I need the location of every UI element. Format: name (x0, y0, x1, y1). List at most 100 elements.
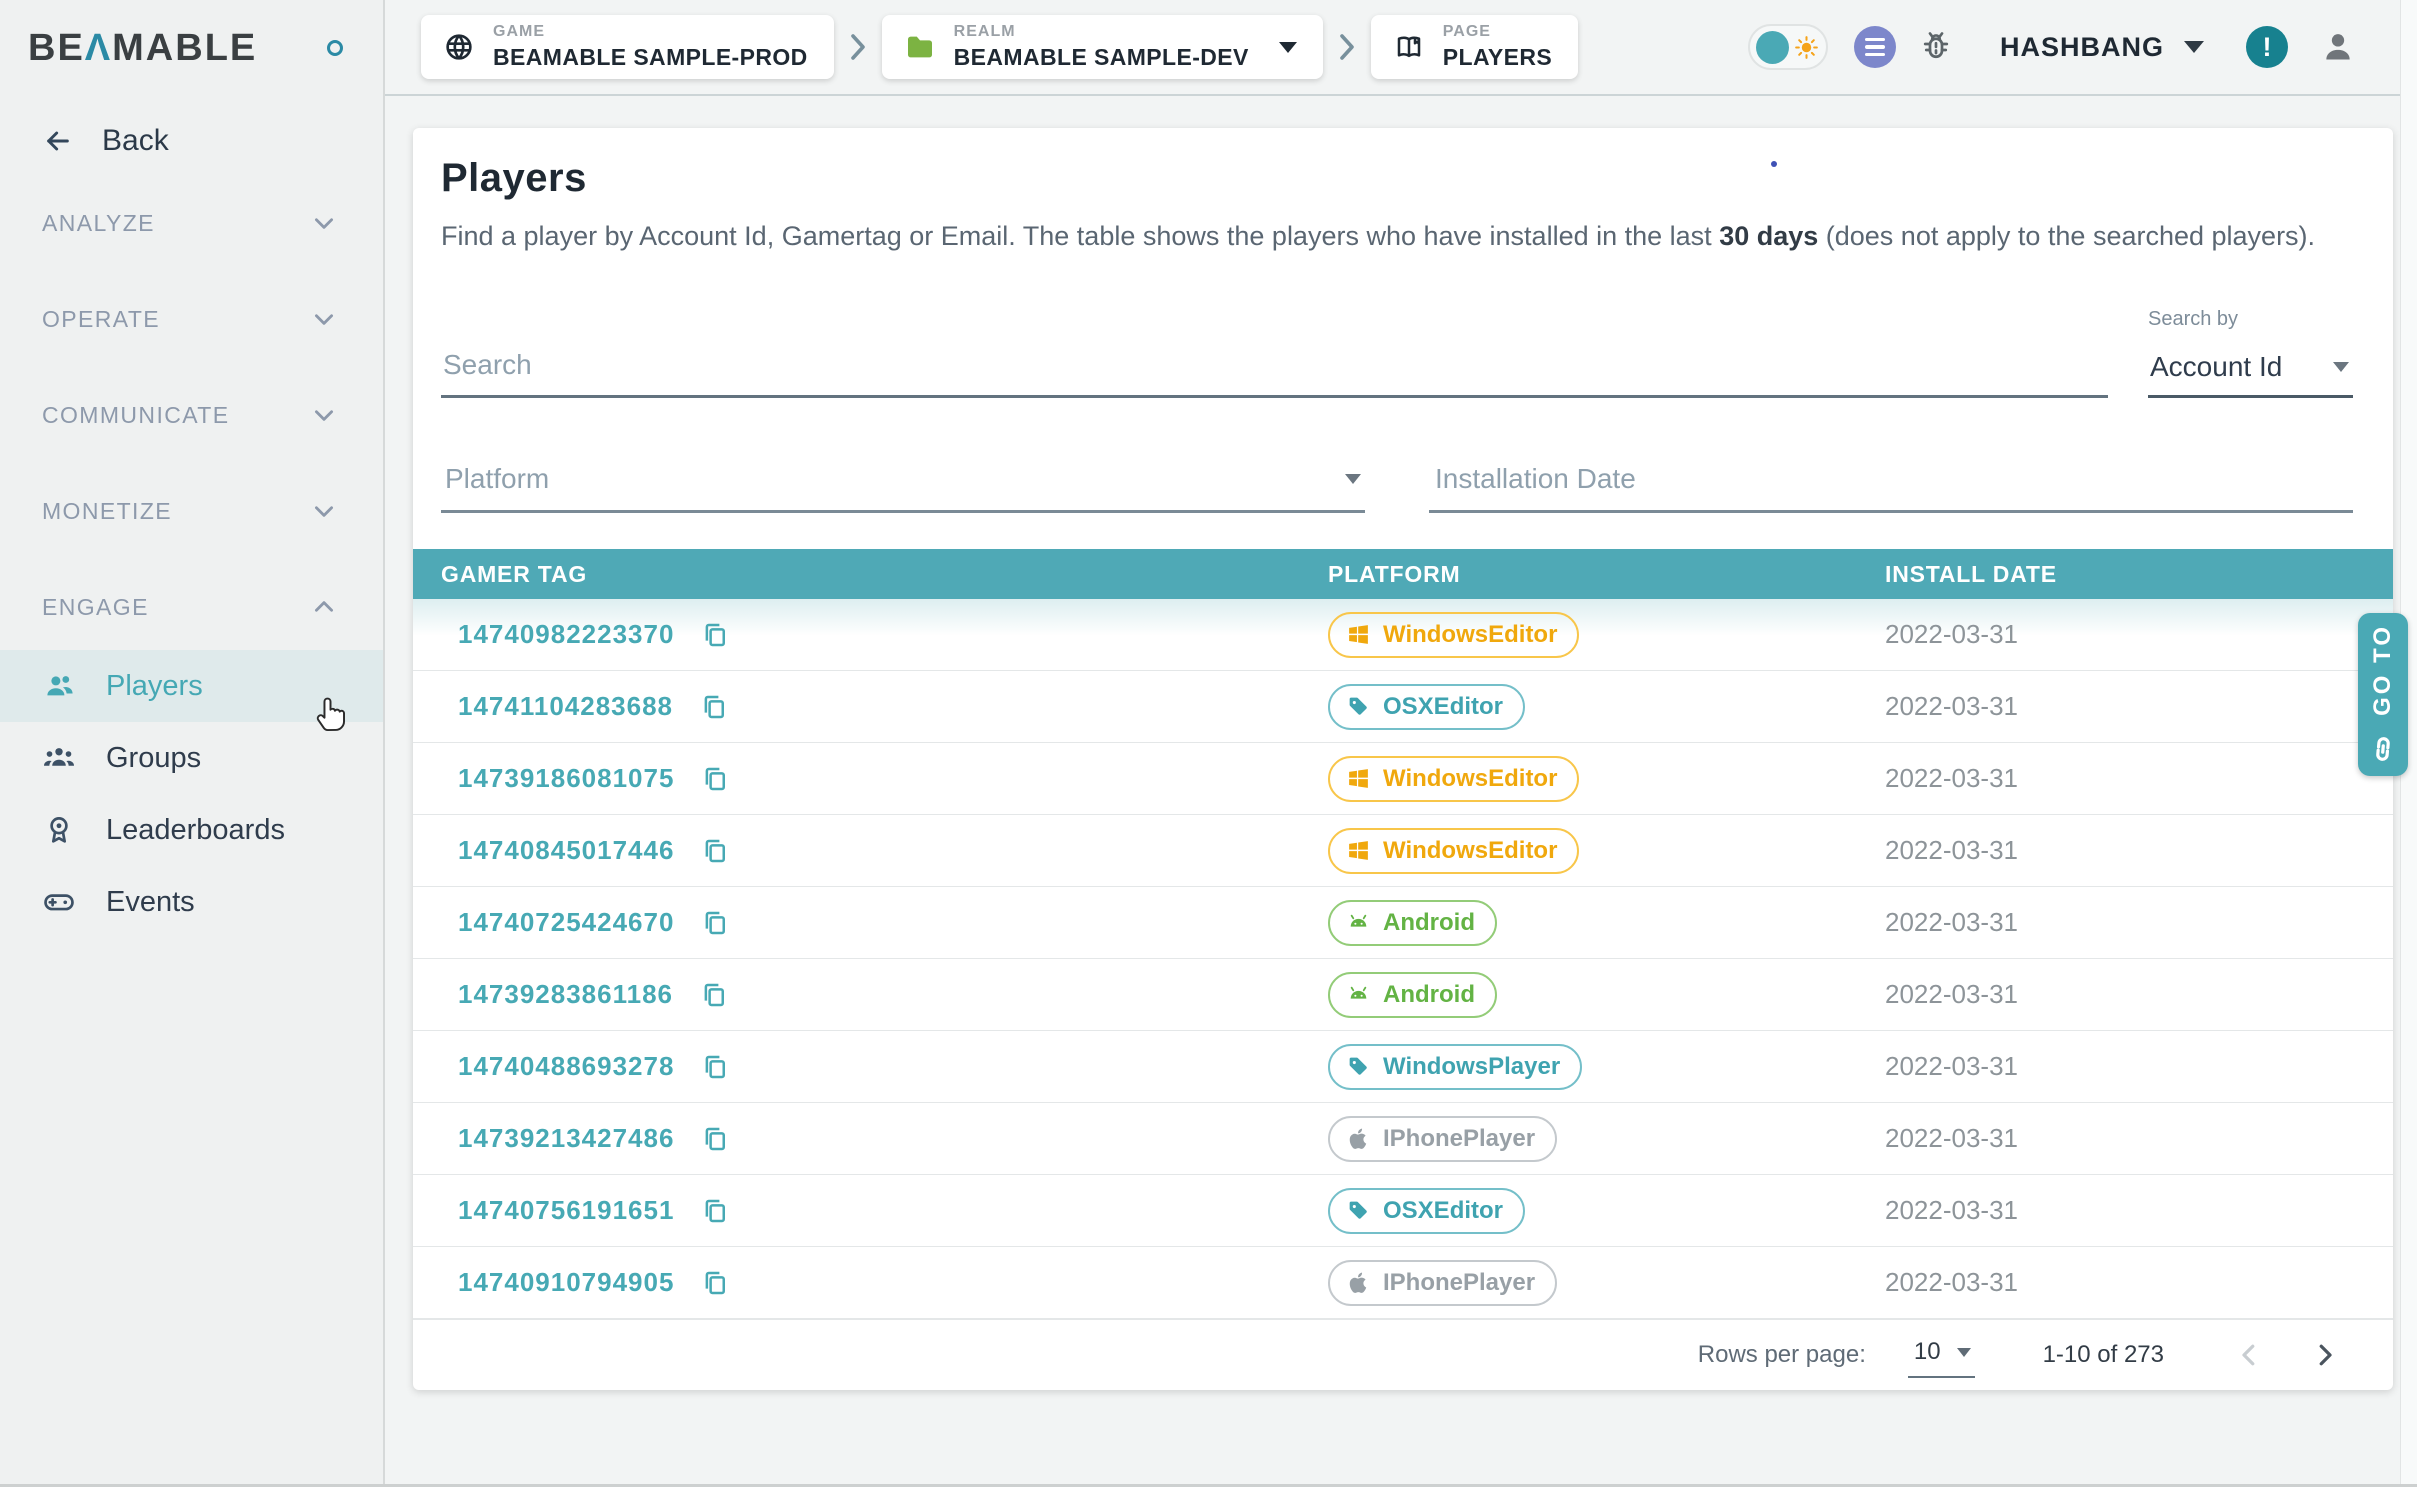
gamer-tag-link[interactable]: 14740488693278 (458, 1051, 674, 1082)
copy-gamertag-button[interactable] (699, 692, 729, 722)
folder-icon (904, 31, 936, 63)
sidebar-section-label: ENGAGE (42, 594, 149, 621)
sidebar-item-label: Players (106, 670, 203, 703)
gamer-tag-link[interactable]: 14740845017446 (458, 835, 674, 866)
alert-icon[interactable]: ! (2246, 26, 2288, 68)
breadcrumb-kind-label: PAGE (1443, 23, 1552, 41)
goto-tab[interactable]: GO TO (2358, 613, 2408, 776)
breadcrumb-kind-label: GAME (493, 23, 808, 41)
sidebar-item-events[interactable]: Events (0, 866, 383, 938)
copy-gamertag-button[interactable] (700, 836, 730, 866)
status-circle-icon (327, 40, 343, 56)
caret-down-icon (1345, 474, 1361, 484)
table-row: 14740845017446 WindowsEditor 2022-03-31 (413, 815, 2393, 887)
beamable-logo: BEΛMABLE (28, 27, 257, 70)
copy-gamertag-button[interactable] (700, 1268, 730, 1298)
installation-date-field (1429, 448, 2353, 513)
platform-select[interactable]: Platform (441, 448, 1365, 513)
apple-icon (1346, 1270, 1371, 1295)
chevron-down-icon (311, 210, 337, 236)
sidebar: BEΛMABLE Back ANALYZE OPERATE COMMUNICATE M… (0, 0, 385, 1487)
install-date-cell: 2022-03-31 (1857, 691, 2393, 722)
medal-icon (42, 813, 76, 847)
copy-gamertag-button[interactable] (700, 908, 730, 938)
search-input[interactable] (441, 335, 2108, 398)
breadcrumb-game[interactable]: GAMEBEAMABLE SAMPLE-PROD (421, 15, 834, 79)
install-date-cell: 2022-03-31 (1857, 1195, 2393, 1226)
install-date-cell: 2022-03-31 (1857, 1267, 2393, 1298)
sidebar-section-operate[interactable]: OPERATE (0, 290, 383, 348)
description-bold: 30 days (1719, 221, 1818, 251)
sidebar-section-analyze[interactable]: ANALYZE (0, 194, 383, 252)
gamer-tag-link[interactable]: 14741104283688 (458, 691, 673, 722)
bug-report-icon[interactable] (1918, 29, 1954, 65)
platform-label: WindowsEditor (1383, 837, 1557, 865)
copy-gamertag-button[interactable] (700, 620, 730, 650)
gamer-tag-link[interactable]: 14739186081075 (458, 763, 674, 794)
filter-row: Platform (441, 448, 2353, 513)
back-button[interactable]: Back (0, 112, 383, 170)
platform-cell: OSXEditor (1300, 1188, 1857, 1234)
text-cursor-dot (1771, 161, 1777, 167)
breadcrumb-realm[interactable]: REALMBEAMABLE SAMPLE-DEV (882, 15, 1323, 79)
account-menu[interactable]: HASHBANG (2000, 32, 2204, 63)
next-page-button[interactable] (2310, 1340, 2340, 1370)
rows-per-page-label: Rows per page: (1698, 1341, 1866, 1369)
copy-gamertag-button[interactable] (699, 980, 729, 1010)
installation-date-input[interactable] (1433, 462, 2349, 496)
user-avatar-icon[interactable] (2318, 27, 2358, 67)
sidebar-item-leaderboards[interactable]: Leaderboards (0, 794, 383, 866)
sidebar-section-label: OPERATE (42, 306, 160, 333)
sidebar-section-monetize[interactable]: MONETIZE (0, 482, 383, 540)
rows-per-page-select[interactable]: 10 (1908, 1332, 1975, 1378)
sidebar-item-players[interactable]: Players (0, 650, 383, 722)
gamer-tag-link[interactable]: 14740982223370 (458, 619, 674, 650)
copy-gamertag-button[interactable] (700, 1052, 730, 1082)
apple-icon (1346, 1126, 1371, 1151)
breadcrumb-labels: REALMBEAMABLE SAMPLE-DEV (954, 23, 1249, 71)
platform-label: WindowsPlayer (1383, 1053, 1560, 1081)
caret-down-icon (1957, 1348, 1971, 1357)
sidebar-item-label: Events (106, 886, 195, 919)
copy-gamertag-button[interactable] (700, 1196, 730, 1226)
breadcrumb-kind-label: REALM (954, 23, 1249, 41)
copy-gamertag-button[interactable] (700, 764, 730, 794)
gamer-tag-link[interactable]: 14740910794905 (458, 1267, 674, 1298)
table-row: 14739186081075WindowsEditor2022-03-31 (413, 743, 2393, 815)
gamer-tag-link[interactable]: 14740725424670 (458, 907, 674, 938)
back-label: Back (102, 124, 169, 158)
topbar: GAMEBEAMABLE SAMPLE-PROD REALMBEAMABLE SA… (385, 0, 2400, 96)
sidebar-section-communicate[interactable]: COMMUNICATE (0, 386, 383, 444)
previous-page-button[interactable] (2234, 1340, 2264, 1370)
gamer-tag-link[interactable]: 14740756191651 (458, 1195, 674, 1226)
table-row: 14740910794905 IPhonePlayer 2022-03-31 (413, 1247, 2393, 1319)
breadcrumb-page[interactable]: PAGE PLAYERS (1371, 15, 1578, 79)
breadcrumb-value: PLAYERS (1443, 44, 1552, 71)
gamer-tag-cell: 14740845017446 (413, 835, 1300, 866)
copy-gamertag-button[interactable] (700, 1124, 730, 1154)
install-date-cell: 2022-03-31 (1857, 835, 2393, 866)
platform-badge: Android (1328, 900, 1497, 946)
column-header-install-date: INSTALL DATE (1857, 561, 2393, 588)
platform-badge: WindowsEditor (1328, 612, 1579, 658)
platform-label: IPhonePlayer (1383, 1269, 1535, 1297)
caret-down-icon (2333, 362, 2349, 372)
gamer-tag-link[interactable]: 14739213427486 (458, 1123, 674, 1154)
sidebar-section-engage[interactable]: ENGAGE (0, 578, 383, 636)
search-by-select[interactable]: Search by Account Id (2148, 308, 2353, 398)
toggle-knob (1756, 31, 1789, 64)
chevron-down-icon (311, 498, 337, 524)
theme-toggle[interactable] (1748, 24, 1828, 70)
table-header: GAMER TAG PLATFORM INSTALL DATE (413, 549, 2393, 599)
page-head: Players Find a player by Account Id, Gam… (413, 128, 2393, 252)
description-suffix: (does not apply to the searched players)… (1818, 221, 2315, 251)
platform-cell: Android (1300, 972, 1857, 1018)
sidebar-item-label: Groups (106, 742, 201, 775)
platform-cell: IPhonePlayer (1300, 1260, 1857, 1306)
tag-icon (1346, 1054, 1371, 1079)
column-header-platform: PLATFORM (1300, 561, 1857, 588)
gamer-tag-cell: 14739213427486 (413, 1123, 1300, 1154)
docs-menu-icon[interactable] (1854, 26, 1896, 68)
sidebar-item-groups[interactable]: Groups (0, 722, 383, 794)
gamer-tag-link[interactable]: 14739283861186 (458, 979, 673, 1010)
